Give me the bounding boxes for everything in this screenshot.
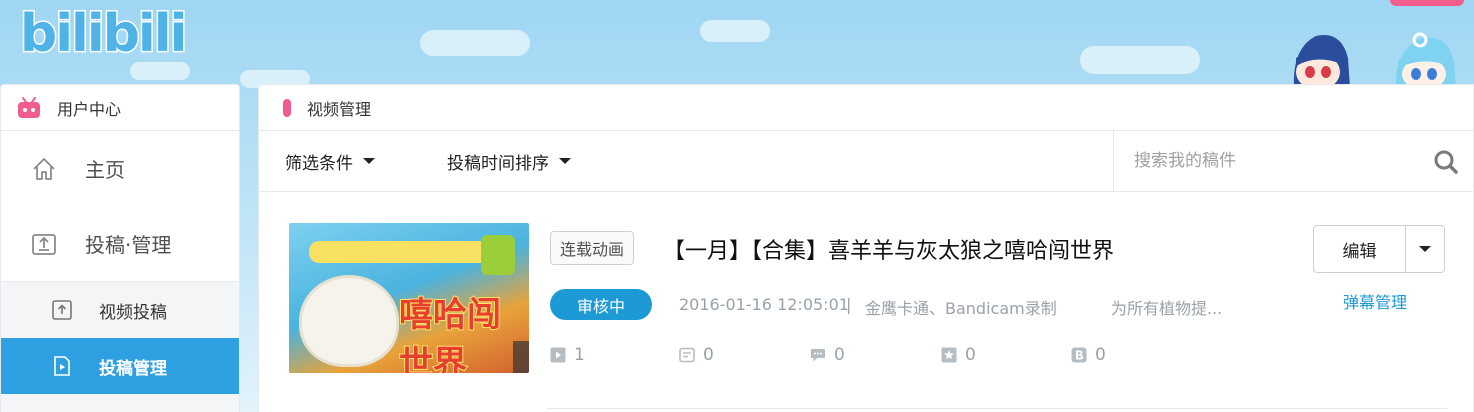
sort-dropdown[interactable]: 投稿时间排序 — [447, 149, 571, 174]
stat-value: 0 — [965, 345, 976, 365]
play-icon — [550, 347, 566, 363]
stat-value: 0 — [703, 345, 714, 365]
home-icon — [33, 157, 55, 180]
stat-favorites: 0 — [941, 345, 976, 365]
thumbnail-title-art: 嘻哈闯世界 — [398, 294, 502, 373]
video-thumbnail[interactable]: 嘻哈闯世界 — [289, 223, 529, 373]
stat-plays: 1 — [550, 345, 585, 365]
mascot-33-icon — [1395, 32, 1456, 88]
sidebar-subitem-partial[interactable] — [1, 394, 239, 412]
sidebar-subitem-submission-manage[interactable]: 投稿管理 — [1, 338, 239, 394]
stat-value: 0 — [1095, 345, 1106, 365]
sidebar-header: 用户中心 — [1, 85, 239, 131]
sidebar: 用户中心 主页 投稿·管理 视频投稿 投稿管理 — [0, 84, 240, 412]
page-title: 视频管理 — [307, 99, 372, 119]
comment-icon — [679, 347, 695, 363]
caret-down-icon — [559, 158, 571, 164]
caret-down-icon — [1419, 246, 1431, 252]
cloud — [1080, 46, 1200, 74]
sidebar-header-label: 用户中心 — [57, 99, 122, 119]
search-icon[interactable] — [1433, 149, 1459, 175]
section-marker — [283, 98, 291, 117]
cloud — [700, 20, 770, 42]
search-input[interactable] — [1134, 151, 1414, 171]
video-title[interactable]: 【一月】【合集】喜羊羊与灰太狼之嘻哈闯世界 — [663, 233, 1114, 265]
edit-button[interactable]: 编辑 — [1314, 226, 1406, 272]
stat-value: 1 — [574, 345, 585, 365]
stat-comments: 0 — [679, 345, 714, 365]
star-icon — [941, 347, 957, 363]
meta-separator: | — [846, 295, 852, 314]
sort-dropdown-label: 投稿时间排序 — [447, 153, 549, 174]
thumbnail-badge — [481, 235, 515, 275]
search-box — [1113, 131, 1474, 191]
danmaku-icon — [811, 349, 825, 362]
bilibili-logo[interactable]: bilibili — [18, 3, 188, 66]
sidebar-subitem-label: 视频投稿 — [99, 302, 167, 323]
edit-dropdown-button[interactable] — [1406, 226, 1444, 272]
coin-icon — [1071, 347, 1087, 363]
stat-coins: 0 — [1071, 345, 1106, 365]
video-description: 为所有植物提... — [1111, 299, 1223, 318]
upload-box-icon — [32, 233, 56, 255]
filter-dropdown[interactable]: 筛选条件 — [285, 149, 375, 174]
stat-danmaku: 0 — [810, 345, 845, 365]
edit-button-group: 编辑 — [1313, 225, 1445, 273]
caret-down-icon — [363, 158, 375, 164]
status-badge: 审核中 — [550, 289, 652, 320]
filter-toolbar: 筛选条件 投稿时间排序 — [259, 131, 1473, 192]
main-header: 视频管理 — [259, 85, 1473, 131]
sidebar-item-home[interactable]: 主页 — [1, 131, 239, 206]
sidebar-item-label: 投稿·管理 — [85, 233, 172, 257]
thumbnail-edge — [513, 341, 529, 373]
cloud — [130, 62, 190, 80]
main-panel: 视频管理 筛选条件 投稿时间排序 嘻哈闯世界 连载动画 【一月】【合集】喜羊 — [258, 84, 1474, 412]
video-manage-icon — [54, 356, 70, 376]
sidebar-item-label: 主页 — [85, 158, 125, 182]
danmaku-manage-link[interactable]: 弹幕管理 — [1343, 289, 1407, 313]
mascot-22-icon — [1293, 34, 1350, 88]
sheep-character-image — [299, 275, 399, 367]
upload-icon — [52, 300, 72, 320]
tv-icon — [18, 96, 40, 118]
row-divider — [547, 408, 1447, 409]
video-row: 嘻哈闯世界 连载动画 【一月】【合集】喜羊羊与灰太狼之嘻哈闯世界 审核中 201… — [259, 193, 1474, 412]
stat-value: 0 — [834, 345, 845, 365]
category-tag[interactable]: 连载动画 — [550, 231, 635, 265]
cloud — [420, 30, 530, 56]
upload-date: 2016-01-16 12:05:01 — [679, 295, 849, 314]
sidebar-subitem-video-upload[interactable]: 视频投稿 — [1, 282, 239, 338]
thumbnail-banner — [309, 241, 499, 263]
sidebar-item-submission-manage[interactable]: 投稿·管理 — [1, 206, 239, 281]
source-tools: 金鹰卡通、Bandicam录制 — [865, 299, 1057, 318]
top-corner-tab[interactable] — [1390, 0, 1464, 6]
filter-dropdown-label: 筛选条件 — [285, 153, 353, 174]
sidebar-subitem-label: 投稿管理 — [99, 358, 167, 379]
